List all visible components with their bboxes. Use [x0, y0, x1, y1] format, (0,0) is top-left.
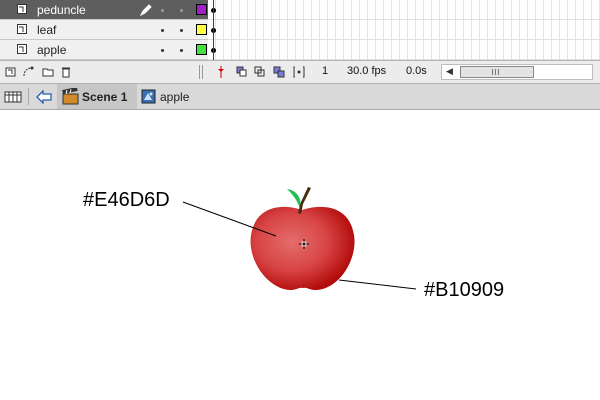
graphic-symbol-icon	[141, 89, 156, 104]
toolbar-divider	[199, 65, 200, 79]
onion-skin-icon[interactable]	[236, 66, 248, 78]
motion-guide-icon[interactable]	[22, 66, 34, 78]
apple-leaf[interactable]	[287, 189, 301, 210]
lock-dot[interactable]	[180, 49, 183, 52]
timeline-toolbar: 1 30.0 fps 0.0s ◀	[0, 60, 600, 84]
layer-name: peduncle	[37, 3, 86, 17]
timeline-panel: peduncle leaf apple	[0, 0, 600, 80]
layer-row-leaf[interactable]: leaf	[0, 20, 600, 40]
leader-line-bottom	[338, 279, 417, 290]
onion-outline-icon[interactable]	[254, 66, 266, 78]
layer-color-swatch[interactable]	[196, 24, 207, 35]
layer-row-apple[interactable]: apple	[0, 40, 600, 60]
timeline-toggle-icon[interactable]	[4, 89, 22, 105]
layer-header[interactable]: leaf	[0, 20, 208, 40]
layer-icon	[17, 4, 27, 14]
edit-bar: Scene 1 apple	[0, 84, 600, 110]
apple-body[interactable]	[250, 206, 355, 291]
new-folder-icon[interactable]	[42, 66, 54, 78]
layer-name: apple	[37, 43, 67, 57]
layer-color-swatch[interactable]	[196, 4, 207, 15]
frame-row[interactable]	[208, 20, 600, 40]
stage[interactable]: #E46D6D #B10909	[0, 110, 600, 400]
layer-row-peduncle[interactable]: peduncle	[0, 0, 600, 20]
edit-multiple-frames-icon[interactable]	[273, 66, 285, 78]
back-arrow-icon[interactable]	[36, 90, 52, 104]
pencil-icon	[139, 4, 152, 17]
clapperboard-icon	[62, 88, 79, 105]
elapsed-time: 0.0s	[406, 65, 427, 77]
toolbar-divider	[202, 65, 203, 79]
layer-name: leaf	[37, 23, 57, 37]
layer-icon	[17, 44, 27, 54]
symbol-crumb[interactable]: apple	[160, 90, 189, 104]
visibility-dot[interactable]	[161, 49, 164, 52]
new-layer-icon[interactable]	[5, 66, 17, 78]
lock-dot[interactable]	[180, 9, 183, 12]
frame-row[interactable]	[208, 40, 600, 60]
current-frame: 1	[322, 65, 329, 77]
visibility-dot[interactable]	[161, 29, 164, 32]
layer-color-swatch[interactable]	[196, 44, 207, 55]
scroll-left-icon[interactable]: ◀	[446, 66, 453, 77]
stage-canvas	[182, 187, 417, 291]
layer-icon	[17, 24, 27, 34]
lock-dot[interactable]	[180, 29, 183, 32]
color-annotation-light: #E46D6D	[83, 189, 170, 211]
visibility-dot[interactable]	[161, 9, 164, 12]
scene-label: Scene 1	[82, 90, 128, 104]
modify-markers-icon[interactable]	[293, 66, 305, 78]
scene-crumb[interactable]: Scene 1	[57, 84, 137, 109]
frame-row[interactable]	[208, 0, 600, 20]
layer-header[interactable]: peduncle	[0, 0, 208, 20]
frame-rate[interactable]: 30.0 fps	[347, 65, 386, 77]
trash-icon[interactable]	[60, 66, 72, 78]
center-frame-icon[interactable]	[215, 66, 227, 78]
scroll-thumb[interactable]	[460, 66, 534, 78]
toolbar-divider	[28, 88, 29, 105]
layer-header[interactable]: apple	[0, 40, 208, 60]
color-annotation-dark: #B10909	[424, 279, 505, 301]
